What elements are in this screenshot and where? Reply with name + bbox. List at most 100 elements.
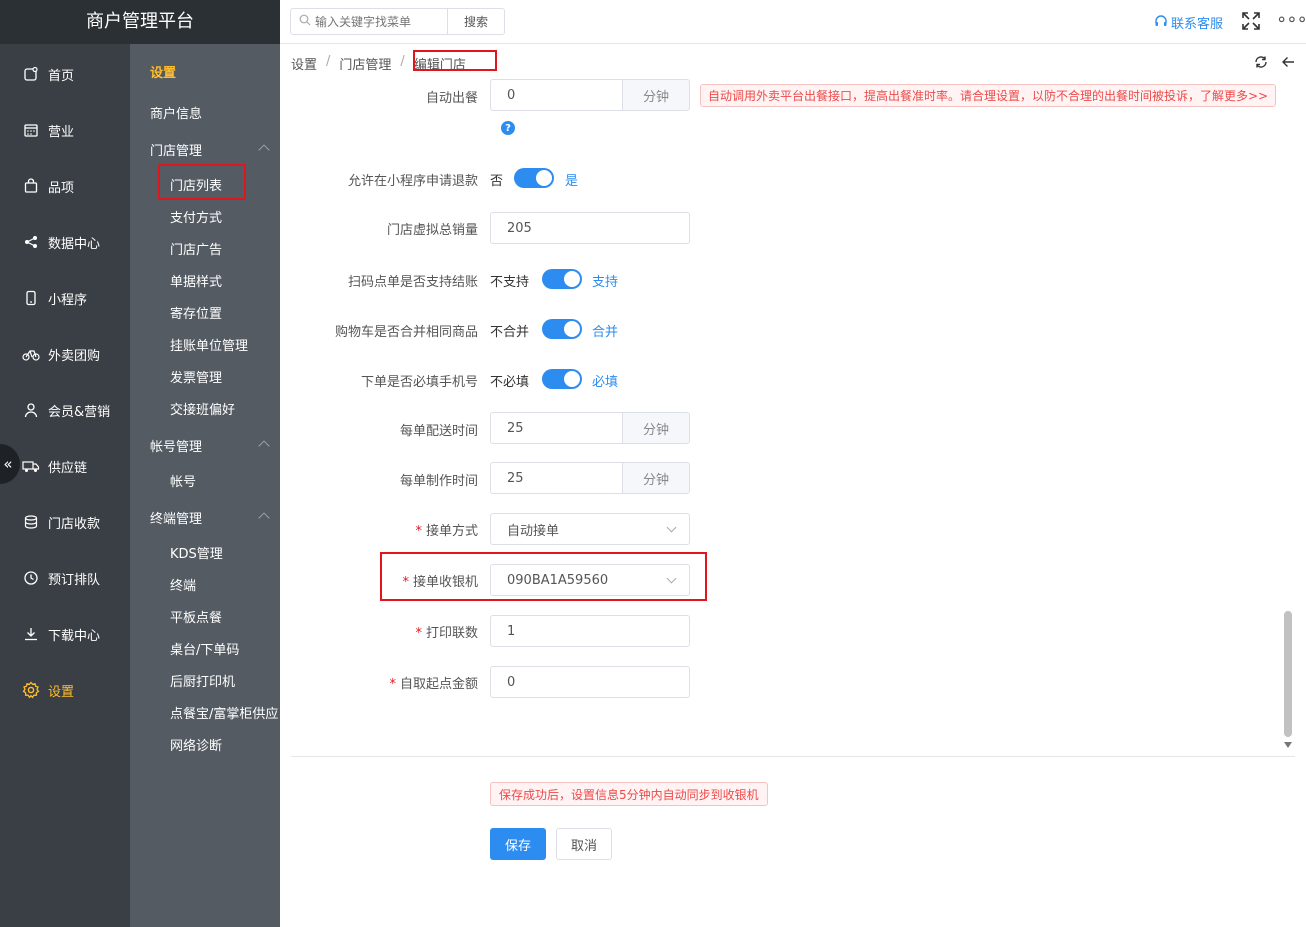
scan-checkout-off-label: 不支持 (490, 275, 530, 290)
merge-cart-on-label: 合并 (592, 325, 619, 340)
fullscreen-icon[interactable] (1242, 12, 1260, 30)
submenu-item-pos-supplier[interactable]: 点餐宝/富掌柜供应 (170, 703, 278, 722)
submenu-item-store-list[interactable]: 门店列表 (170, 175, 222, 194)
make-time-input[interactable]: 25 (490, 462, 623, 494)
print-copies-label: * 打印联数 (415, 626, 478, 641)
bike-icon (22, 345, 40, 363)
nav-label: 首页 (48, 68, 75, 84)
nav-member-marketing[interactable]: 会员&营销 (0, 382, 130, 438)
nav-label: 预订排队 (48, 572, 101, 588)
scroll-down-arrow-icon[interactable] (1284, 742, 1292, 748)
nav-label: 下载中心 (48, 628, 101, 644)
chevron-up-icon (258, 440, 270, 452)
cancel-button[interactable]: 取消 (556, 828, 612, 860)
save-notice: 保存成功后，设置信息5分钟内自动同步到收银机 (490, 782, 768, 806)
search-icon (299, 14, 311, 30)
scrollbar-thumb[interactable] (1284, 611, 1292, 737)
submenu-item-terminal[interactable]: 终端 (170, 575, 196, 594)
merge-cart-off-label: 不合并 (490, 325, 530, 340)
nav-reservation-queue[interactable]: 预订排队 (0, 550, 130, 606)
scan-checkout-on-label: 支持 (592, 275, 619, 290)
share-icon (22, 233, 40, 251)
refund-toggle[interactable] (514, 168, 554, 188)
nav-store-payments[interactable]: 门店收款 (0, 494, 130, 550)
submenu-item-kds[interactable]: KDS管理 (170, 543, 223, 562)
chevron-up-icon (258, 144, 270, 156)
nav-settings[interactable]: 设置 (0, 662, 130, 718)
submenu-item-table-qrcode[interactable]: 桌台/下单码 (170, 639, 239, 658)
submenu-panel: 设置 商户信息 门店管理 门店列表 支付方式 门店广告 单据样式 寄存位置 挂账… (130, 44, 280, 927)
delivery-time-label: 每单配送时间 (399, 424, 478, 439)
submenu-item-network-diagnosis[interactable]: 网络诊断 (170, 735, 222, 754)
double-chevron-left-icon: « (3, 455, 13, 473)
submenu-group-terminal[interactable]: 终端管理 (150, 508, 270, 527)
print-copies-input[interactable]: 1 (490, 615, 690, 647)
submenu-item-storage-location[interactable]: 寄存位置 (170, 303, 222, 322)
submenu-group-account[interactable]: 帐号管理 (150, 436, 270, 455)
require-phone-toggle[interactable] (542, 369, 582, 389)
nav-home[interactable]: 首页 (0, 46, 130, 102)
submenu-item-store-ads[interactable]: 门店广告 (170, 239, 222, 258)
main-nav: 首页 营业 品项 数据中心 小程序 外卖团购 会员&营销 供应链 门店收款 预订… (0, 46, 130, 718)
accept-mode-label: * 接单方式 (415, 524, 478, 539)
pickup-min-input[interactable]: 0 (490, 666, 690, 698)
nav-label: 外卖团购 (48, 348, 101, 364)
nav-label: 小程序 (48, 292, 88, 308)
search-input[interactable] (315, 14, 435, 29)
submenu-group-store[interactable]: 门店管理 (150, 140, 270, 159)
require-phone-on-label: 必填 (592, 375, 619, 390)
nav-label: 会员&营销 (48, 404, 111, 420)
nav-label: 品项 (48, 180, 75, 196)
chevron-down-icon (666, 522, 677, 533)
top-bar: 搜索 联系客服 ∘∘∘ (280, 0, 1306, 44)
save-button[interactable]: 保存 (490, 828, 546, 860)
nav-data-center[interactable]: 数据中心 (0, 214, 130, 270)
search-field[interactable] (290, 8, 448, 35)
nav-mini-program[interactable]: 小程序 (0, 270, 130, 326)
minute-unit: 分钟 (622, 412, 690, 444)
submenu-item-invoice[interactable]: 发票管理 (170, 367, 222, 386)
submenu-item-receipt-style[interactable]: 单据样式 (170, 271, 222, 290)
bag-icon (22, 177, 40, 195)
delivery-time-input[interactable]: 25 (490, 412, 623, 444)
refresh-icon[interactable] (1254, 55, 1268, 73)
submenu-item-kitchen-printer[interactable]: 后厨打印机 (170, 671, 235, 690)
submenu-item-account[interactable]: 帐号 (170, 471, 196, 490)
nav-label: 设置 (48, 684, 75, 700)
submenu-item-merchant-info[interactable]: 商户信息 (150, 103, 202, 122)
scan-checkout-toggle[interactable] (542, 269, 582, 289)
submenu-item-tablet-ordering[interactable]: 平板点餐 (170, 607, 222, 626)
make-time-label: 每单制作时间 (399, 474, 478, 489)
auto-out-warning[interactable]: 自动调用外卖平台出餐接口，提高出餐准时率。请合理设置，以防不合理的出餐时间被投诉… (700, 84, 1277, 107)
auto-out-input[interactable]: 0 (490, 79, 623, 111)
search-button[interactable]: 搜索 (447, 8, 505, 35)
submenu-item-shift-preference[interactable]: 交接班偏好 (170, 399, 235, 418)
merge-cart-label: 购物车是否合并相同商品 (334, 325, 478, 340)
submenu-title: 设置 (150, 66, 177, 81)
contact-support-link[interactable]: 联系客服 (1154, 13, 1223, 32)
chevron-up-icon (258, 512, 270, 524)
submenu-item-payment-methods[interactable]: 支付方式 (170, 207, 222, 226)
phone-icon (22, 289, 40, 307)
breadcrumb-item[interactable]: 设置 (291, 54, 317, 73)
virtual-sales-input[interactable]: 205 (490, 212, 690, 244)
help-icon[interactable]: ? (501, 121, 515, 135)
nav-label: 数据中心 (48, 236, 101, 252)
virtual-sales-label: 门店虚拟总销量 (386, 223, 478, 238)
nav-products[interactable]: 品项 (0, 158, 130, 214)
select-value: 自动接单 (507, 523, 560, 539)
nav-download-center[interactable]: 下载中心 (0, 606, 130, 662)
nav-delivery[interactable]: 外卖团购 (0, 326, 130, 382)
more-options-icon[interactable]: ∘∘∘ (1276, 9, 1306, 30)
submenu-item-credit-units[interactable]: 挂账单位管理 (170, 335, 248, 354)
require-phone-off-label: 不必填 (490, 375, 530, 390)
nav-business[interactable]: 营业 (0, 102, 130, 158)
breadcrumb-item[interactable]: 门店管理 (339, 54, 391, 73)
accept-mode-select[interactable]: 自动接单 (490, 513, 690, 545)
merge-cart-toggle[interactable] (542, 319, 582, 339)
refund-label: 允许在小程序申请退款 (347, 174, 478, 189)
home-icon (22, 65, 40, 83)
back-arrow-icon[interactable] (1281, 55, 1295, 73)
truck-icon (22, 457, 40, 475)
clock-icon (22, 569, 40, 587)
